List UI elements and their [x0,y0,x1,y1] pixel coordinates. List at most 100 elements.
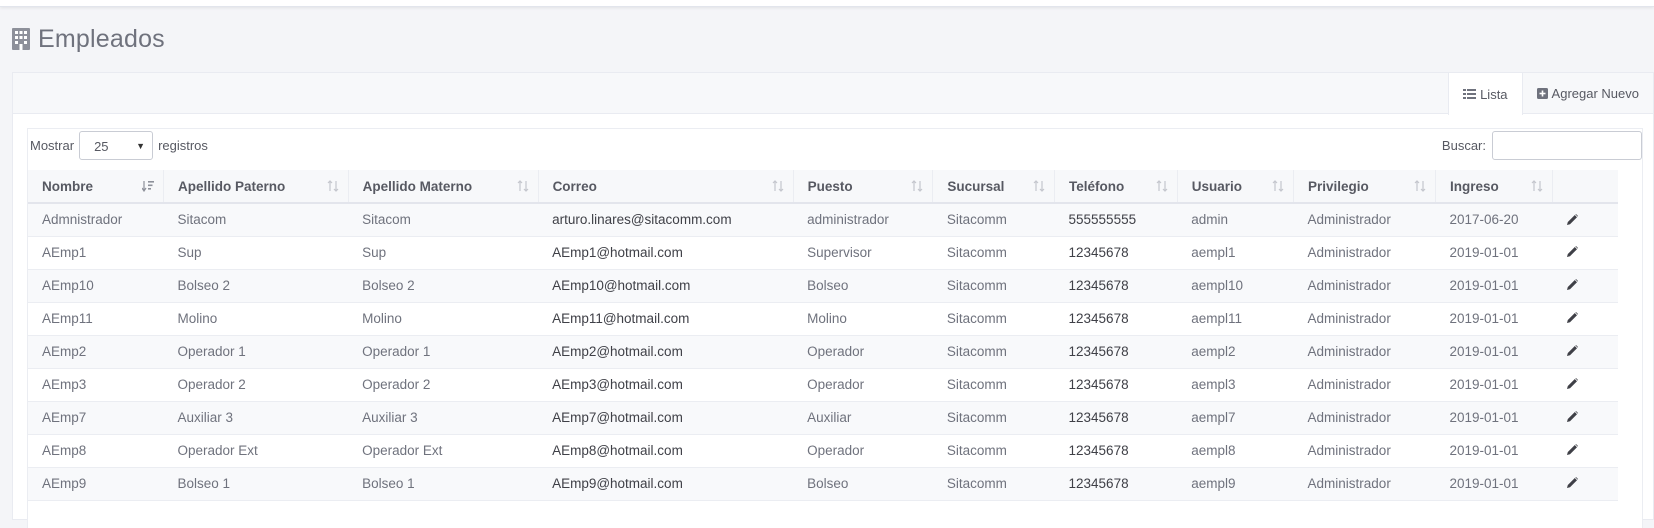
sort-control [327,180,339,195]
column-header-telefono[interactable]: Teléfono [1054,170,1178,204]
sort-icon [1156,180,1168,192]
table-cell: Administrador [1293,434,1436,468]
column-header-usuario[interactable]: Usuario [1177,170,1295,204]
pencil-icon [1566,378,1578,390]
table-cell: Bolseo 2 [163,269,349,303]
tab-agregar-nuevo[interactable]: Agregar Nuevo [1523,73,1653,114]
table-cell: Administrador [1293,302,1436,336]
table-cell: Sitacomm [932,434,1055,468]
table-cell: 12345678 [1054,434,1178,468]
chevron-down-icon: ▼ [136,140,146,151]
table-cell: Molino [793,302,933,336]
pencil-icon [1566,279,1578,291]
table-cell: 12345678 [1054,368,1178,402]
table-cell: Sitacomm [932,269,1055,303]
table-cell: aempl3 [1177,368,1294,402]
pencil-icon [1566,477,1578,489]
table-cell: Operador 1 [163,335,349,369]
column-header-ingreso[interactable]: Ingreso [1435,170,1554,204]
show-label: Mostrar [30,137,75,153]
table-row: Admnistrador Sitacom Sitacom arturo.linares… [28,203,1618,237]
table-panel: Mostrar 25 ▼ registros Buscar: Nombre Ape… [27,128,1643,528]
edit-button[interactable] [1566,443,1578,458]
employees-table: Nombre Apellido Paterno Apellido Materno Co… [28,170,1618,501]
table-cell: Operador 2 [163,368,349,402]
column-header-label: Privilegio [1308,178,1369,194]
sort-icon [1033,180,1045,192]
edit-button[interactable] [1566,213,1578,228]
table-cell: Sitacom [163,203,349,237]
table-cell: 12345678 [1054,335,1178,369]
table-cell: Admnistrador [28,203,164,237]
header-row: Nombre Apellido Paterno Apellido Materno Co… [28,170,1618,204]
sort-icon [517,180,528,192]
table-cell: Administrador [1293,467,1436,501]
table-cell: Bolseo 1 [348,467,539,501]
table-cell: AEmp9@hotmail.com [538,467,794,501]
search-label: Buscar: [1441,137,1486,153]
table-cell: Operador 1 [348,335,539,369]
table-cell: Administrador [1293,236,1436,270]
pencil-icon [1566,345,1578,357]
edit-button[interactable] [1566,311,1578,326]
page-length-select[interactable]: 25 ▼ [79,130,154,160]
table-cell: Auxiliar 3 [163,401,349,435]
pencil-icon [1566,411,1578,423]
table-cell: AEmp8 [28,434,164,468]
column-header-correo[interactable]: Correo [538,170,794,204]
table-cell: 12345678 [1054,302,1178,336]
table-cell: 2017-06-20 [1435,203,1553,237]
table-row: AEmp11 Molino Molino AEmp11@hotmail.com Moli… [28,302,1618,336]
table-cell: Bolseo [793,467,933,501]
top-bar [0,0,1654,7]
table-cell: Sitacomm [932,401,1055,435]
table-cell: 555555555 [1054,203,1178,237]
edit-button[interactable] [1566,476,1578,491]
table-body: Admnistrador Sitacom Sitacom arturo.linares… [28,203,1618,501]
table-cell: 2019-01-01 [1435,335,1553,369]
table-cell: Sitacomm [932,368,1055,402]
column-header-nombre[interactable]: Nombre [28,170,165,204]
table-cell: Operador [793,434,933,468]
column-header-sucursal[interactable]: Sucursal [932,170,1056,204]
search-control: Buscar: [1442,130,1642,160]
column-header-apellido-materno[interactable]: Apellido Materno [348,170,539,204]
table-cell-actions [1552,335,1618,369]
table-cell: Sup [348,236,539,270]
table-cell: 12345678 [1054,269,1178,303]
table-cell-actions [1552,434,1618,468]
table-cell: AEmp1 [28,236,164,270]
list-icon [1463,89,1477,99]
sort-control [1156,180,1168,195]
tab-lista[interactable]: Lista [1448,73,1523,115]
table-cell: AEmp7@hotmail.com [538,401,794,435]
search-input[interactable] [1492,130,1642,160]
table-cell: Sitacomm [932,335,1055,369]
edit-button[interactable] [1566,344,1578,359]
column-header-label: Teléfono [1069,178,1125,194]
table-cell: Molino [348,302,539,336]
sort-control [141,180,155,195]
column-header-privilegio[interactable]: Privilegio [1293,170,1436,204]
sort-control [1033,180,1045,195]
table-cell: Administrador [1293,401,1436,435]
table-cell: Administrador [1293,269,1436,303]
sort-asc-icon [141,181,155,193]
table-row: AEmp3 Operador 2 Operador 2 AEmp3@hotmail.c… [28,368,1618,402]
table-cell: 12345678 [1054,236,1178,270]
table-cell: Auxiliar 3 [348,401,539,435]
edit-button[interactable] [1566,245,1578,260]
column-header-label: Nombre [42,178,94,194]
column-header-apellido-paterno[interactable]: Apellido Paterno [163,170,349,204]
column-header-puesto[interactable]: Puesto [793,170,934,204]
column-header-actions [1552,170,1618,204]
column-header-label: Correo [552,178,597,194]
edit-button[interactable] [1566,377,1578,392]
sort-icon [1272,180,1284,192]
page-length-control: Mostrar 25 ▼ registros [30,130,208,160]
tab-agregar-nuevo-label: Agregar Nuevo [1551,86,1639,101]
sort-icon [1531,180,1543,192]
pencil-icon [1566,213,1578,225]
edit-button[interactable] [1566,410,1578,425]
edit-button[interactable] [1566,278,1578,293]
